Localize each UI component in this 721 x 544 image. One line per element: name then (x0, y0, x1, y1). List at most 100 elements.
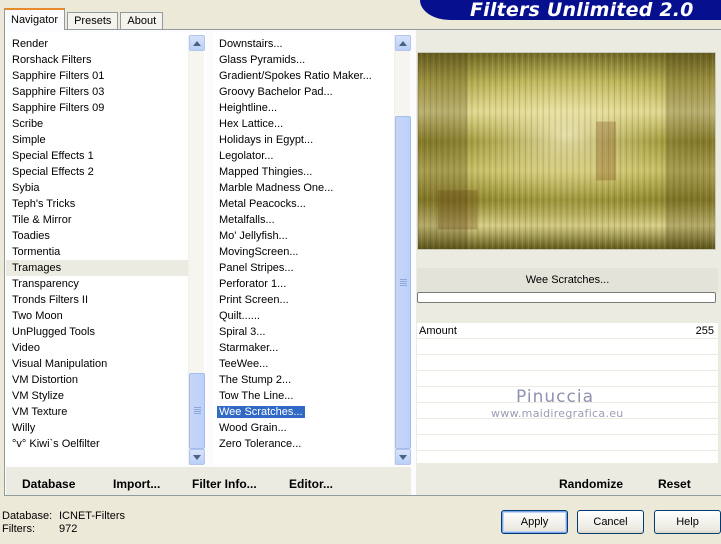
list-item[interactable]: Tile & Mirror (6, 212, 190, 228)
list-item[interactable]: Render (6, 36, 190, 52)
list-item[interactable]: °v° Kiwi`s Oelfilter (6, 436, 190, 452)
list-item[interactable]: Toadies (6, 228, 190, 244)
scroll-up-icon[interactable] (189, 35, 205, 51)
progress-bar (417, 292, 716, 303)
list-item-label: Marble Madness One... (219, 182, 334, 194)
scroll-up-icon[interactable] (395, 35, 411, 51)
category-scroll-thumb[interactable] (189, 373, 205, 449)
list-item[interactable]: Transparency (6, 276, 190, 292)
scroll-down-icon[interactable] (395, 449, 411, 465)
list-item[interactable]: Hex Lattice... (213, 116, 391, 132)
tab-presets[interactable]: Presets (67, 12, 119, 30)
list-item[interactable]: The Stump 2... (213, 372, 391, 388)
list-item[interactable]: Special Effects 2 (6, 164, 190, 180)
list-item[interactable]: Starmaker... (213, 340, 391, 356)
list-item[interactable]: VM Stylize (6, 388, 190, 404)
list-item[interactable]: Willy (6, 420, 190, 436)
list-item[interactable]: Legolator... (213, 148, 391, 164)
param-row-empty (417, 419, 718, 435)
filter-info-button[interactable]: Filter Info... (192, 477, 257, 491)
list-item[interactable]: UnPlugged Tools (6, 324, 190, 340)
param-value: 255 (695, 325, 714, 337)
list-item[interactable]: Teph's Tricks (6, 196, 190, 212)
list-item[interactable]: Panel Stripes... (213, 260, 391, 276)
list-item-label: VM Stylize (12, 390, 64, 402)
list-item[interactable]: Tow The Line... (213, 388, 391, 404)
tab-bar: Navigator Presets About (4, 8, 165, 30)
list-item[interactable]: Visual Manipulation (6, 356, 190, 372)
editor-button[interactable]: Editor... (289, 477, 333, 491)
list-item[interactable]: Tronds Filters II (6, 292, 190, 308)
randomize-button[interactable]: Randomize (559, 477, 623, 491)
filter-scrollbar[interactable] (394, 35, 411, 465)
list-item[interactable]: Quilt...... (213, 308, 391, 324)
list-item[interactable]: Scribe (6, 116, 190, 132)
list-item-label: Special Effects 2 (12, 166, 94, 178)
list-item[interactable]: VM Distortion (6, 372, 190, 388)
list-item[interactable]: Special Effects 1 (6, 148, 190, 164)
tab-about[interactable]: About (120, 12, 164, 30)
list-item[interactable]: VM Texture (6, 404, 190, 420)
list-item[interactable]: Metal Peacocks... (213, 196, 391, 212)
list-item-label: Toadies (12, 230, 50, 242)
list-item[interactable]: Wood Grain... (213, 420, 391, 436)
category-list[interactable]: Render Rorshack Filters Sapphire Filters 0… (6, 32, 206, 465)
list-item[interactable]: Sapphire Filters 03 (6, 84, 190, 100)
list-item-label: Tow The Line... (219, 390, 294, 402)
list-item-label: Print Screen... (219, 294, 289, 306)
list-item-label: Willy (12, 422, 36, 434)
import-button[interactable]: Import... (113, 477, 160, 491)
list-item[interactable]: Wee Scratches... (213, 404, 391, 420)
list-item[interactable]: MovingScreen... (213, 244, 391, 260)
list-item-label: VM Distortion (12, 374, 79, 386)
list-item-label: Render (12, 38, 49, 50)
list-item[interactable]: Metalfalls... (213, 212, 391, 228)
param-row-empty (417, 435, 718, 451)
list-item-label: Legolator... (219, 150, 274, 162)
database-button[interactable]: Database (22, 477, 75, 491)
list-item[interactable]: Print Screen... (213, 292, 391, 308)
category-scrollbar[interactable] (188, 35, 205, 465)
list-item[interactable]: Holidays in Egypt... (213, 132, 391, 148)
list-item[interactable]: Downstairs... (213, 36, 391, 52)
apply-button[interactable]: Apply (501, 510, 568, 534)
list-item[interactable]: Tramages (6, 260, 190, 276)
list-item-label: UnPlugged Tools (12, 326, 95, 338)
list-item[interactable]: Simple (6, 132, 190, 148)
filter-list[interactable]: Downstairs... Glass Pyramids... Gradient/S… (213, 32, 409, 465)
cancel-button[interactable]: Cancel (577, 510, 644, 534)
list-item-label: Heightline... (219, 102, 278, 114)
list-item-label: Rorshack Filters (12, 54, 92, 66)
list-item[interactable]: Perforator 1... (213, 276, 391, 292)
scroll-down-icon[interactable] (189, 449, 205, 465)
list-item[interactable]: TeeWee... (213, 356, 391, 372)
list-item[interactable]: Heightline... (213, 100, 391, 116)
list-item-label: Sapphire Filters 01 (12, 70, 105, 82)
list-item[interactable]: Spiral 3... (213, 324, 391, 340)
list-item[interactable]: Mapped Thingies... (213, 164, 391, 180)
list-item[interactable]: Sapphire Filters 01 (6, 68, 190, 84)
tab-navigator[interactable]: Navigator (4, 8, 66, 30)
list-item-label: Downstairs... (219, 38, 283, 50)
list-item-label: Gradient/Spokes Ratio Maker... (219, 70, 372, 82)
list-item[interactable]: Tormentia (6, 244, 190, 260)
list-item[interactable]: Rorshack Filters (6, 52, 190, 68)
reset-button[interactable]: Reset (658, 477, 691, 491)
param-row-empty (417, 371, 718, 387)
list-item[interactable]: Glass Pyramids... (213, 52, 391, 68)
list-item-label: Mapped Thingies... (219, 166, 313, 178)
list-item[interactable]: Groovy Bachelor Pad... (213, 84, 391, 100)
param-row-amount[interactable]: Amount 255 (417, 323, 718, 339)
list-item[interactable]: Gradient/Spokes Ratio Maker... (213, 68, 391, 84)
main-panel: Render Rorshack Filters Sapphire Filters 0… (4, 29, 721, 496)
list-item[interactable]: Marble Madness One... (213, 180, 391, 196)
list-item[interactable]: Sapphire Filters 09 (6, 100, 190, 116)
filter-scroll-thumb[interactable] (395, 116, 411, 449)
list-item[interactable]: Mo' Jellyfish... (213, 228, 391, 244)
list-item[interactable]: Video (6, 340, 190, 356)
list-item[interactable]: Zero Tolerance... (213, 436, 391, 452)
param-row-empty (417, 339, 718, 355)
help-button[interactable]: Help (654, 510, 721, 534)
list-item[interactable]: Sybia (6, 180, 190, 196)
list-item[interactable]: Two Moon (6, 308, 190, 324)
